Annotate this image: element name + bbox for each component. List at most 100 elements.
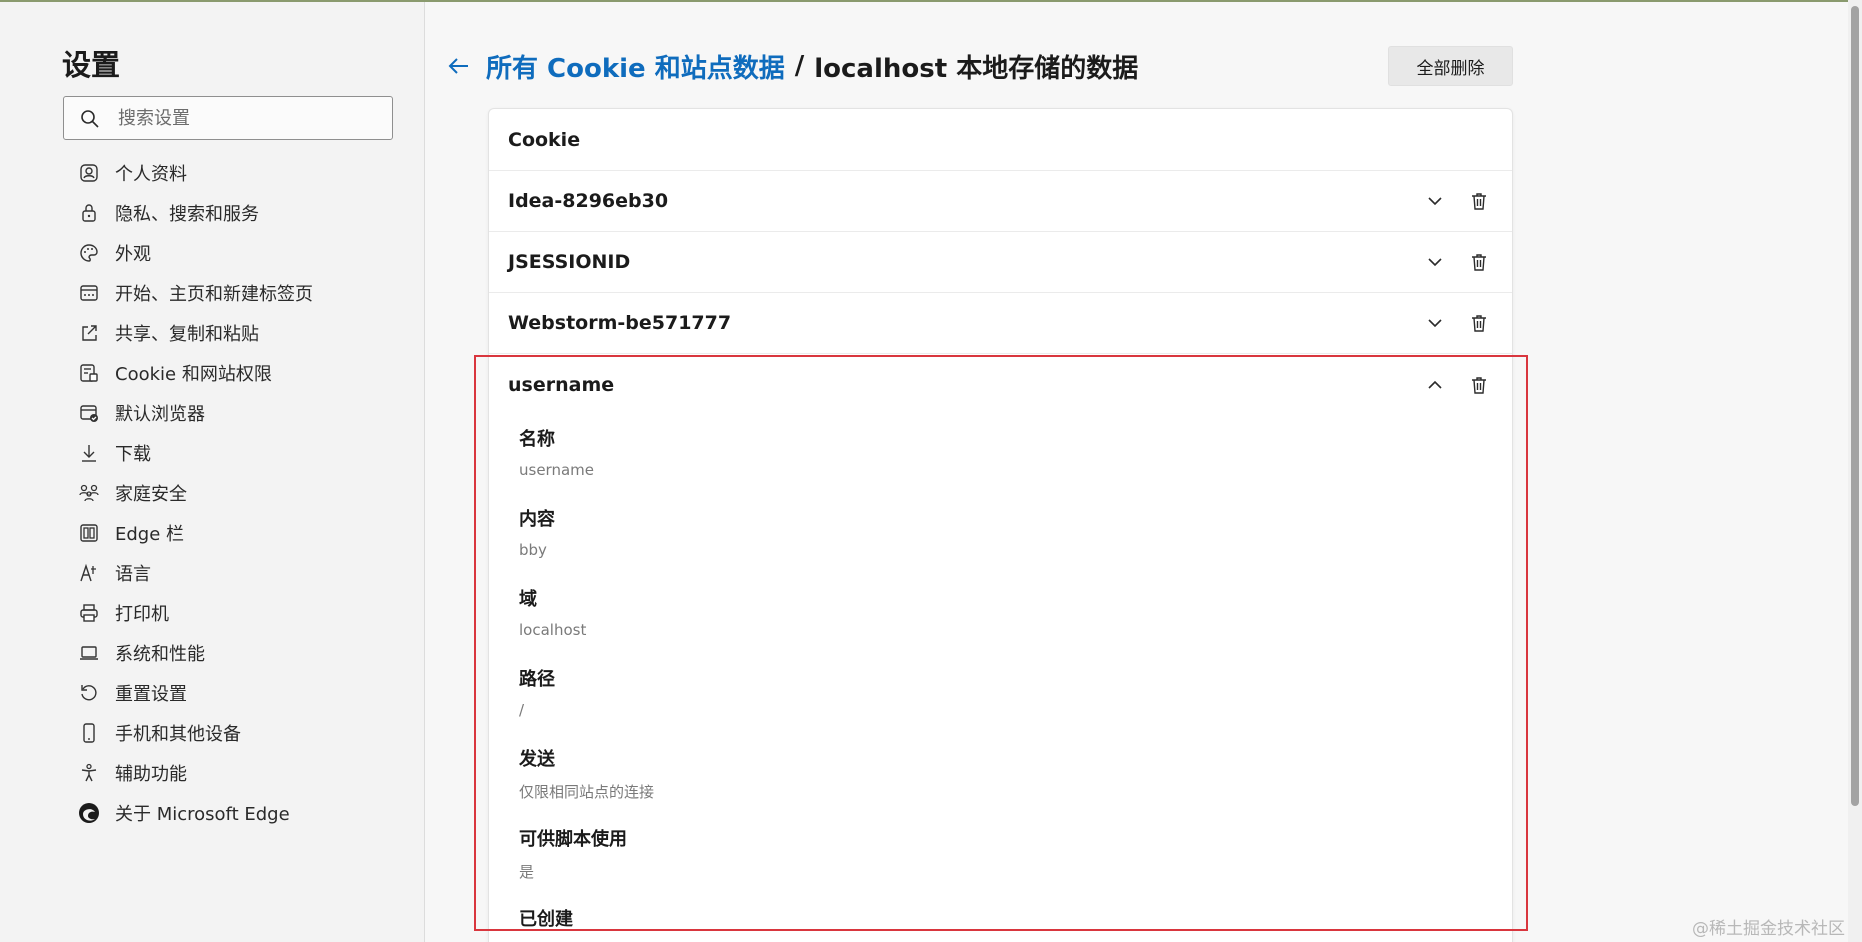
cookie-details: 名称 username 内容 bby 域 localhost 路径 / 发送 仅… — [489, 415, 1512, 942]
detail-value: bby — [519, 541, 547, 559]
cookie-row[interactable]: Idea-8296eb30 — [489, 171, 1512, 232]
trash-icon[interactable] — [1468, 190, 1490, 212]
watermark: @稀土掘金技术社区 — [1692, 919, 1845, 939]
sidebar-item-label: 手机和其他设备 — [115, 724, 241, 745]
sidebar-item-edge-bar[interactable]: Edge 栏 — [62, 513, 412, 553]
edge-bar-icon — [78, 522, 100, 544]
cookie-row[interactable]: Webstorm-be571777 — [489, 293, 1512, 354]
sidebar-item-reset[interactable]: 重置设置 — [62, 673, 412, 713]
reset-icon — [78, 682, 100, 704]
sidebar-item-printers[interactable]: 打印机 — [62, 593, 412, 633]
sidebar-item-label: 打印机 — [115, 604, 169, 625]
edge-logo-icon — [78, 802, 100, 824]
sidebar-title: 设置 — [62, 48, 121, 82]
detail-label: 路径 — [519, 669, 555, 690]
sidebar-item-about[interactable]: 关于 Microsoft Edge — [62, 793, 412, 833]
family-icon — [78, 482, 100, 504]
trash-icon[interactable] — [1468, 312, 1490, 334]
sidebar-item-label: 隐私、搜索和服务 — [115, 204, 259, 225]
sidebar-item-label: 系统和性能 — [115, 644, 205, 665]
sidebar-item-start-home[interactable]: 开始、主页和新建标签页 — [62, 273, 412, 313]
row-actions — [1424, 232, 1490, 292]
page-title: localhost 本地存储的数据 — [814, 53, 1139, 84]
chevron-down-icon[interactable] — [1424, 251, 1446, 273]
sidebar-item-label: 重置设置 — [115, 684, 187, 705]
detail-item: 内容 bby — [519, 495, 1512, 575]
breadcrumb-all-cookies-link[interactable]: 所有 Cookie 和站点数据 — [486, 48, 785, 85]
accessibility-icon — [78, 762, 100, 784]
sidebar-item-label: 外观 — [115, 244, 151, 265]
row-actions — [1424, 354, 1490, 415]
home-tab-icon — [78, 282, 100, 304]
detail-item: 发送 仅限相同站点的连接 — [519, 735, 1512, 815]
chevron-down-icon[interactable] — [1424, 312, 1446, 334]
sidebar-item-label: 关于 Microsoft Edge — [115, 804, 290, 825]
sidebar-item-accessibility[interactable]: 辅助功能 — [62, 753, 412, 793]
expanded-cookie: username 名称 username 内容 bby 域 localhost — [489, 354, 1512, 942]
sidebar-item-language[interactable]: 语言 — [62, 553, 412, 593]
scrollbar-thumb[interactable] — [1851, 6, 1859, 806]
main-content: 所有 Cookie 和站点数据 / localhost 本地存储的数据 全部删除… — [426, 2, 1862, 942]
page-scrollbar[interactable] — [1848, 0, 1862, 942]
default-browser-icon — [78, 402, 100, 424]
settings-sidebar: 设置 个人资料 隐私、搜索和服务 外观 开始、主页和新建标签页 共享、复制和粘贴 — [0, 2, 425, 942]
sidebar-item-label: 个人资料 — [115, 164, 187, 185]
sidebar-item-system[interactable]: 系统和性能 — [62, 633, 412, 673]
search-icon — [81, 110, 99, 128]
sidebar-item-phone[interactable]: 手机和其他设备 — [62, 713, 412, 753]
detail-label: 域 — [519, 589, 537, 610]
language-icon — [78, 562, 100, 584]
laptop-icon — [78, 642, 100, 664]
detail-value: localhost — [519, 621, 587, 639]
detail-item: 名称 username — [519, 415, 1512, 495]
detail-label: 发送 — [519, 749, 555, 770]
cookie-row[interactable]: JSESSIONID — [489, 232, 1512, 293]
trash-icon[interactable] — [1468, 251, 1490, 273]
detail-label: 已创建 — [519, 909, 573, 930]
sidebar-item-label: 下载 — [115, 444, 151, 465]
chevron-up-icon[interactable] — [1424, 374, 1446, 396]
trash-icon[interactable] — [1468, 374, 1490, 396]
cookie-name: username — [508, 373, 615, 396]
back-arrow-icon[interactable] — [446, 53, 472, 79]
sidebar-item-label: Cookie 和网站权限 — [115, 364, 272, 385]
delete-all-button[interactable]: 全部删除 — [1388, 46, 1513, 86]
sidebar-item-label: Edge 栏 — [115, 524, 185, 545]
sidebar-item-share[interactable]: 共享、复制和粘贴 — [62, 313, 412, 353]
sidebar-item-label: 开始、主页和新建标签页 — [115, 284, 313, 305]
chevron-down-icon[interactable] — [1424, 190, 1446, 212]
sidebar-item-profile[interactable]: 个人资料 — [62, 153, 412, 193]
sidebar-item-label: 共享、复制和粘贴 — [115, 324, 259, 345]
row-actions — [1424, 171, 1490, 231]
search-settings-input[interactable] — [118, 105, 378, 131]
detail-item: 可供脚本使用 是 — [519, 815, 1512, 895]
profile-icon — [78, 162, 100, 184]
sidebar-item-label: 语言 — [115, 564, 151, 585]
sidebar-item-family[interactable]: 家庭安全 — [62, 473, 412, 513]
palette-icon — [78, 242, 100, 264]
search-settings-box[interactable] — [63, 96, 393, 140]
printer-icon — [78, 602, 100, 624]
phone-icon — [78, 722, 100, 744]
sidebar-item-downloads[interactable]: 下载 — [62, 433, 412, 473]
cookie-row-expanded[interactable]: username — [489, 354, 1512, 415]
share-icon — [78, 322, 100, 344]
cookie-section-title: Cookie — [489, 109, 1512, 171]
settings-nav: 个人资料 隐私、搜索和服务 外观 开始、主页和新建标签页 共享、复制和粘贴 Co… — [62, 153, 412, 833]
sidebar-item-appearance[interactable]: 外观 — [62, 233, 412, 273]
cookie-name: JSESSIONID — [508, 251, 631, 273]
sidebar-item-label: 辅助功能 — [115, 764, 187, 785]
detail-label: 可供脚本使用 — [519, 829, 627, 850]
row-actions — [1424, 293, 1490, 353]
site-permissions-icon — [78, 362, 100, 384]
sidebar-item-cookies[interactable]: Cookie 和网站权限 — [62, 353, 412, 393]
cookie-list-card: Cookie Idea-8296eb30 JSESSIONID Webstorm… — [488, 108, 1513, 942]
cookie-name: Idea-8296eb30 — [508, 190, 669, 212]
detail-value: 仅限相同站点的连接 — [519, 783, 655, 801]
detail-value: username — [519, 461, 594, 479]
detail-item: 已创建 — [519, 895, 1512, 942]
detail-label: 内容 — [519, 509, 555, 530]
lock-icon — [78, 202, 100, 224]
sidebar-item-privacy[interactable]: 隐私、搜索和服务 — [62, 193, 412, 233]
sidebar-item-default-browser[interactable]: 默认浏览器 — [62, 393, 412, 433]
